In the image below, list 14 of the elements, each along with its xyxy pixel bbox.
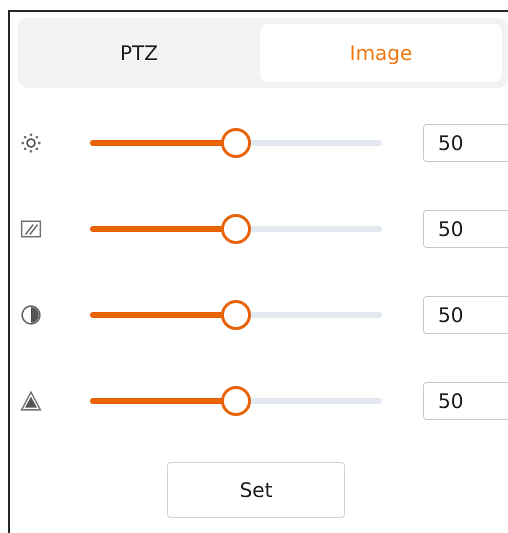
value-field[interactable]: 50 — [423, 382, 508, 420]
contrast-icon — [20, 304, 42, 326]
slider-handle[interactable] — [221, 128, 251, 158]
value-field[interactable]: 50 — [423, 210, 508, 248]
slider-handle[interactable] — [221, 386, 251, 416]
slider-handle[interactable] — [221, 214, 251, 244]
value-field[interactable]: 50 — [423, 124, 508, 162]
set-button[interactable]: Set — [167, 462, 345, 518]
tab[interactable]: PTZ — [18, 24, 260, 82]
brightness-icon — [20, 132, 42, 154]
slider-handle[interactable] — [221, 300, 251, 330]
sharpness-icon — [20, 218, 42, 240]
saturation-icon — [20, 390, 42, 412]
value-field[interactable]: 50 — [423, 296, 508, 334]
